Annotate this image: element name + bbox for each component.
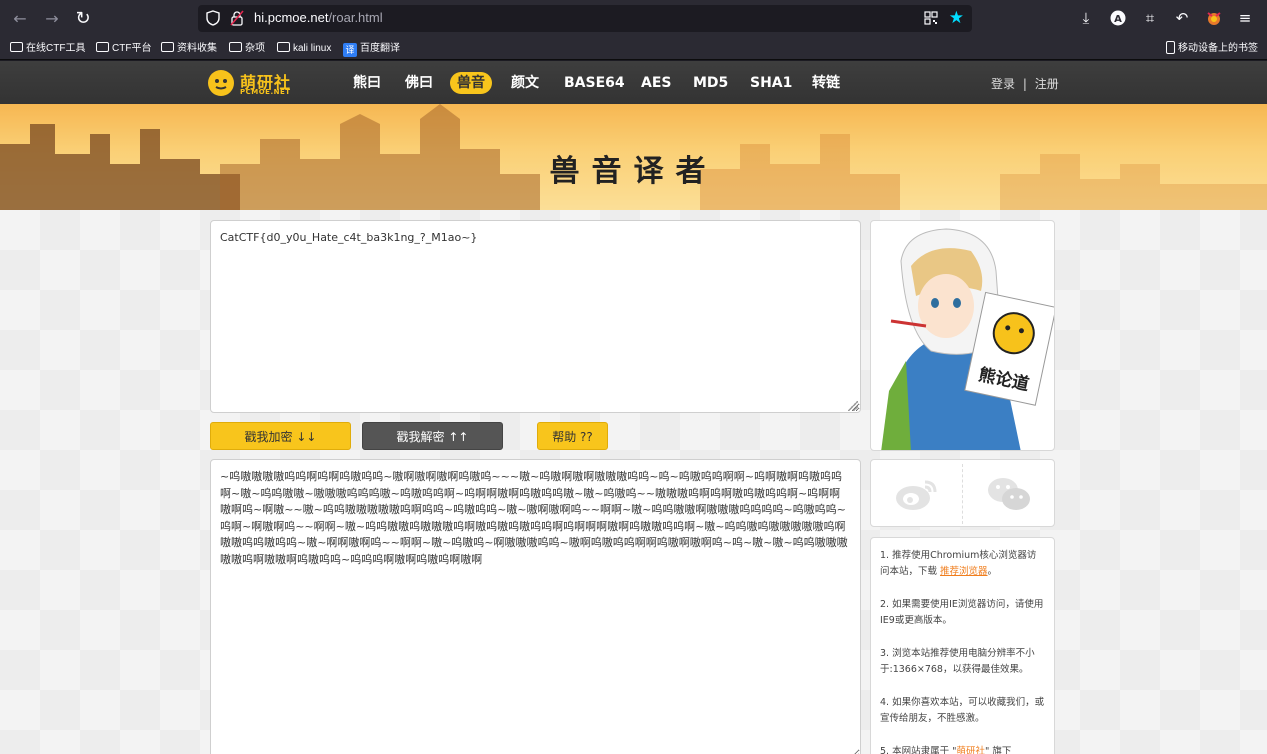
bookmarks-bar: 在线CTF工具 CTF平台 资料收集 杂项 kali linux 译百度翻译 移… <box>0 37 1267 60</box>
pcmoe-link[interactable]: 萌研社 <box>956 746 985 754</box>
tip-text: 5. 本网站隶属于 " <box>880 746 957 754</box>
nav-shouyin[interactable]: 兽音 <box>450 72 492 94</box>
bookmark-label: 在线CTF工具 <box>26 43 86 54</box>
address-bar[interactable]: hi.pcmoe.net/roar.html ★ <box>198 5 972 32</box>
bookmark-folder[interactable]: kali linux <box>277 41 331 56</box>
qr-code-icon[interactable] <box>924 11 938 25</box>
bookmark-folder[interactable]: CTF平台 <box>96 41 151 56</box>
crop-icon[interactable]: ⌗ <box>1140 8 1160 28</box>
folder-icon <box>229 42 242 52</box>
bookmark-baidu-translate[interactable]: 译百度翻译 <box>343 41 400 57</box>
bookmark-label: 资料收集 <box>177 43 217 54</box>
social-card <box>870 459 1055 527</box>
bookmark-folder[interactable]: 杂项 <box>229 41 265 56</box>
mobile-icon <box>1166 41 1175 54</box>
recommended-browser-link[interactable]: 推荐浏览器 <box>940 566 988 577</box>
tip-4: 4. 如果你喜欢本站，可以收藏我们，或宣传给朋友，不胜感激。 <box>880 697 1045 724</box>
bookmark-mobile[interactable]: 移动设备上的书签 <box>1166 41 1258 56</box>
lock-icon[interactable] <box>230 10 244 26</box>
folder-icon <box>277 42 290 52</box>
tip-3: 3. 浏览本站推荐使用电脑分辨率不小于:1366×768，以获得最佳效果。 <box>880 648 1035 675</box>
bookmark-label: kali linux <box>293 43 332 54</box>
mascot-illustration: 熊论道 <box>881 228 1054 450</box>
menu-icon[interactable]: ≡ <box>1235 8 1255 28</box>
nav-zhuanlian[interactable]: 转链 <box>812 72 840 94</box>
site-logo[interactable]: 萌研社 PCMOE.NET <box>208 69 298 97</box>
bookmark-label: CTF平台 <box>112 43 152 54</box>
bookmark-label: 移动设备上的书签 <box>1178 43 1258 54</box>
bookmark-label: 杂项 <box>245 43 265 54</box>
back-icon[interactable]: ← <box>9 8 31 30</box>
nav-md5[interactable]: MD5 <box>693 72 728 94</box>
logo-subtext: PCMOE.NET <box>240 88 291 96</box>
main-content: CatCTF{d0_y0u_Hate_c4t_ba3k1ng_?_M1ao~} … <box>0 210 1267 754</box>
forward-icon[interactable]: → <box>41 8 63 30</box>
encrypt-button[interactable]: 戳我加密 ↓↓ <box>210 422 351 450</box>
nav-yanwen[interactable]: 颜文 <box>511 72 539 94</box>
decrypt-button[interactable]: 戳我解密 ↑↑ <box>362 422 503 450</box>
nav-foyue[interactable]: 佛曰 <box>405 72 433 94</box>
extension-icon[interactable] <box>1204 8 1224 28</box>
logo-bear-icon <box>208 70 234 96</box>
nav-sha1[interactable]: SHA1 <box>750 72 792 94</box>
bookmark-label: 百度翻译 <box>360 43 400 54</box>
tips-card: 1. 推荐使用Chromium核心浏览器访问本站，下载 推荐浏览器。 2. 如果… <box>870 537 1055 754</box>
url-text[interactable]: hi.pcmoe.net/roar.html <box>254 10 383 25</box>
tip-2: 2. 如果需要使用IE浏览器访问，请使用IE9或更高版本。 <box>880 599 1044 626</box>
auth-links: 登录 | 注册 <box>991 75 1059 92</box>
resize-handle[interactable] <box>848 401 858 411</box>
translate-icon: 译 <box>343 43 357 57</box>
site-navbar: 萌研社 PCMOE.NET 熊曰 佛曰 兽音 颜文 BASE64 AES MD5… <box>0 61 1267 104</box>
download-icon[interactable]: ⤓ <box>1076 8 1096 28</box>
nav-xiongyue[interactable]: 熊曰 <box>353 72 381 94</box>
page-banner: 兽音译者 <box>0 104 1267 210</box>
tip-5: 5. 本网站隶属于 "萌研社" 旗下 <box>880 744 1045 754</box>
weibo-icon[interactable] <box>895 476 939 512</box>
browser-toolbar: ← → ↻ hi.pcmoe.net/roar.html ★ ⤓ A ⌗ ↶ ≡ <box>0 0 1267 37</box>
social-divider <box>962 464 963 524</box>
login-link[interactable]: 登录 <box>991 77 1015 91</box>
wechat-icon[interactable] <box>986 475 1032 513</box>
nav-base64[interactable]: BASE64 <box>564 72 625 94</box>
tip-text: 。 <box>987 566 998 577</box>
auth-separator: | <box>1022 77 1027 91</box>
bookmark-folder[interactable]: 资料收集 <box>161 41 217 56</box>
bookmark-star-icon[interactable]: ★ <box>949 8 964 28</box>
reply-icon[interactable]: ↶ <box>1172 8 1192 28</box>
folder-icon <box>10 42 23 52</box>
url-host: hi.pcmoe.net <box>254 10 329 25</box>
register-link[interactable]: 注册 <box>1035 77 1059 91</box>
folder-icon <box>96 42 109 52</box>
shield-icon[interactable] <box>206 10 220 26</box>
bookmark-folder[interactable]: 在线CTF工具 <box>10 41 85 56</box>
account-icon[interactable]: A <box>1108 8 1128 28</box>
reload-icon[interactable]: ↻ <box>72 8 94 30</box>
url-path: /roar.html <box>328 10 383 25</box>
svg-text:A: A <box>1114 14 1122 25</box>
tip-text: " 旗下 <box>985 746 1012 754</box>
input-textarea[interactable]: CatCTF{d0_y0u_Hate_c4t_ba3k1ng_?_M1ao~} <box>210 220 861 413</box>
output-textarea[interactable]: ~呜嗷嗷嗷嗷呜呜啊呜啊呜嗷呜呜~嗷啊嗷啊嗷啊呜嗷呜~~~嗷~呜嗷啊嗷啊嗷嗷嗷呜呜… <box>210 459 861 754</box>
nav-aes[interactable]: AES <box>641 72 671 94</box>
folder-icon <box>161 42 174 52</box>
tip-1: 1. 推荐使用Chromium核心浏览器访问本站，下载 推荐浏览器。 <box>880 548 1045 580</box>
mascot-card: 熊论道 <box>870 220 1055 451</box>
page-title: 兽音译者 <box>549 154 718 189</box>
help-button[interactable]: 帮助 ?? <box>537 422 608 450</box>
